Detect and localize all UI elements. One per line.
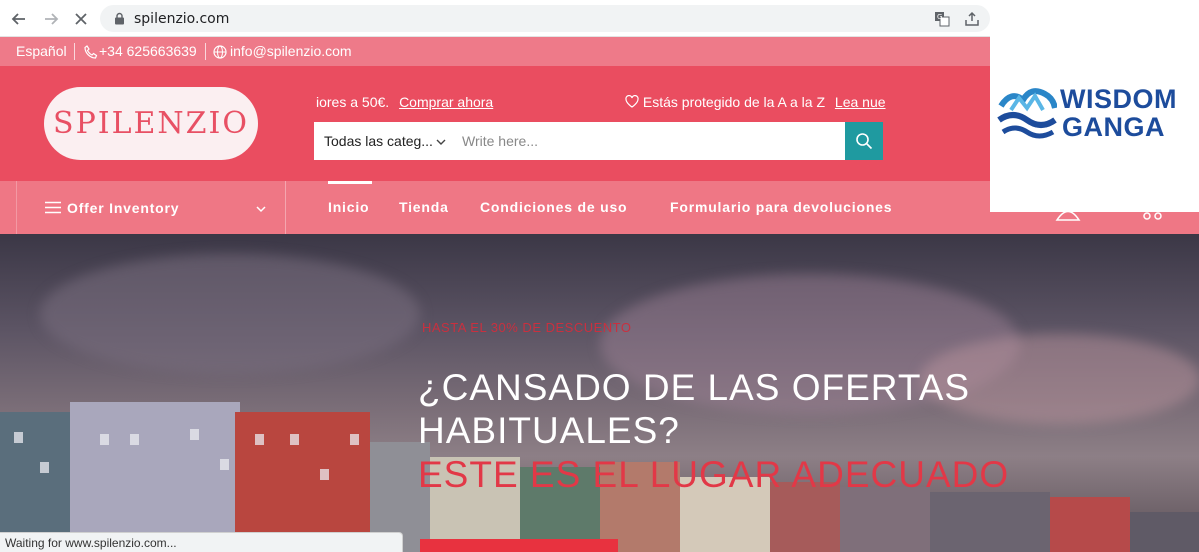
window — [320, 469, 329, 480]
window — [255, 434, 264, 445]
wave-logo-icon — [997, 88, 1057, 139]
window — [40, 462, 49, 473]
offer-inventory-dropdown[interactable]: Offer Inventory — [16, 181, 286, 234]
hamburger-icon — [45, 201, 61, 214]
back-button[interactable] — [8, 8, 30, 30]
hero-banner: HASTA EL 30% DE DESCUENTO ¿CANSADO DE LA… — [0, 234, 1199, 552]
building — [840, 487, 930, 552]
window — [350, 434, 359, 445]
offer-inventory-label: Offer Inventory — [67, 200, 180, 216]
url-text: spilenzio.com — [134, 11, 230, 27]
stop-loading-button[interactable] — [70, 8, 92, 30]
window — [100, 434, 109, 445]
category-select[interactable]: Todas las categ... — [324, 133, 433, 149]
forward-button[interactable] — [40, 8, 62, 30]
arrow-left-icon — [11, 13, 25, 25]
building — [235, 412, 370, 552]
globe-icon — [213, 45, 227, 59]
watermark-line2: GANGA — [1062, 112, 1165, 142]
read-more-link[interactable]: Lea nue — [835, 94, 886, 110]
building — [1050, 497, 1130, 552]
cart-icon[interactable] — [1143, 211, 1163, 221]
chevron-down-icon — [256, 206, 266, 213]
window — [290, 434, 299, 445]
building — [930, 492, 1050, 552]
nav-item-inicio[interactable]: Inicio — [328, 199, 369, 215]
svg-text:G: G — [937, 13, 942, 21]
window — [190, 429, 199, 440]
nav-item-condiciones[interactable]: Condiciones de uso — [480, 199, 627, 215]
window — [14, 432, 23, 443]
hero-subtitle: HASTA EL 30% DE DESCUENTO — [422, 320, 632, 335]
language-selector[interactable]: Español — [16, 43, 67, 59]
hero-title-line1: ¿CANSADO DE LAS OFERTAS — [418, 367, 971, 408]
lock-icon — [115, 12, 124, 25]
promo-text: iores a 50€. — [316, 94, 390, 110]
protection-text: Estás protegido de la A a la Z — [642, 94, 826, 110]
share-button[interactable] — [962, 9, 982, 29]
search-input[interactable] — [460, 128, 840, 154]
share-icon — [965, 11, 979, 26]
cloud-shape — [40, 254, 420, 374]
divider — [74, 43, 75, 60]
heart-icon — [625, 94, 639, 108]
active-tab-indicator — [328, 181, 372, 184]
address-bar[interactable]: spilenzio.com G — [100, 5, 990, 32]
building — [70, 402, 240, 552]
search-bar: Todas las categ... — [314, 122, 883, 160]
hero-title-line2: HABITUALES? — [418, 410, 680, 451]
shop-now-link[interactable]: Comprar ahora — [399, 94, 493, 110]
browser-status-bar: Waiting for www.spilenzio.com... — [0, 532, 403, 552]
nav-item-devoluciones[interactable]: Formulario para devoluciones — [670, 199, 892, 215]
search-icon — [856, 133, 873, 150]
email-link[interactable]: info@spilenzio.com — [230, 43, 352, 59]
window — [220, 459, 229, 470]
phone-number[interactable]: +34 625663639 — [99, 43, 197, 59]
window — [130, 434, 139, 445]
divider — [205, 43, 206, 60]
site-logo[interactable]: SPILENZIO — [44, 87, 258, 160]
translate-icon: G — [935, 12, 950, 27]
logo-text: SPILENZIO — [53, 106, 249, 141]
translate-button[interactable]: G — [932, 9, 952, 29]
hero-title-line3: ESTE ES EL LUGAR ADECUADO — [418, 454, 1010, 495]
close-icon — [75, 13, 87, 25]
chevron-down-icon[interactable] — [435, 136, 447, 148]
phone-icon — [84, 45, 98, 59]
nav-item-tienda[interactable]: Tienda — [399, 199, 449, 215]
arrow-right-icon — [45, 13, 59, 25]
watermark-logo: WISDOM GANGA — [990, 0, 1199, 212]
protection-banner: Estás protegido de la A a la Z Lea nue — [625, 94, 886, 110]
promo-banner: iores a 50€. Comprar ahora — [316, 94, 493, 110]
hero-cta-button[interactable] — [420, 539, 618, 552]
search-button[interactable] — [845, 122, 883, 160]
watermark-line1: WISDOM — [1060, 84, 1177, 114]
building — [1130, 512, 1199, 552]
